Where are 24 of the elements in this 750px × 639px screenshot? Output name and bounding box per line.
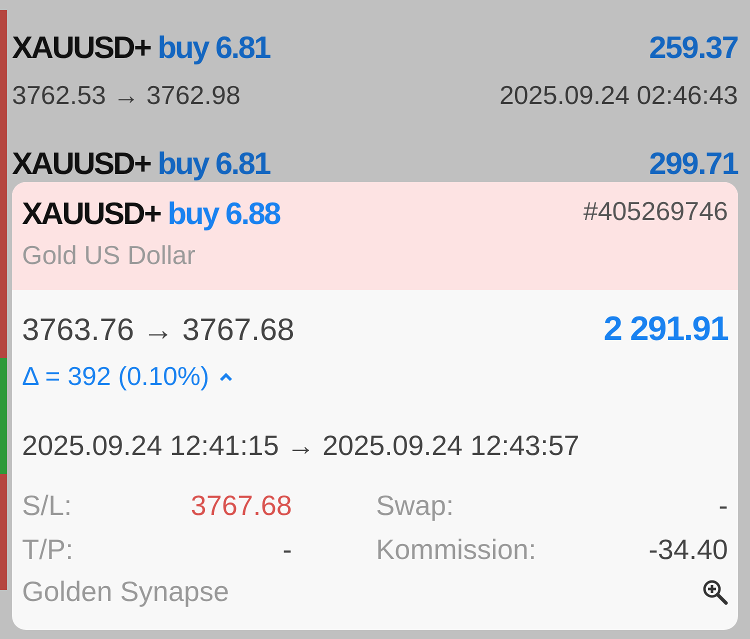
trade-profit: 259.37 [649,30,738,66]
trade-title: XAUUSD+ buy 6.81 [12,146,270,182]
trade-comment: Golden Synapse [22,576,230,608]
zoom-in-icon[interactable] [702,579,728,605]
chevron-icon [219,372,234,382]
trade-title: XAUUSD+ buy 6.81 [12,30,270,66]
field-value: -34.40 [648,534,728,566]
field-label: S/L: [22,490,73,522]
delta-toggle[interactable]: Δ = 392 (0.10%) [22,361,234,392]
field-label: Kommission: [376,534,538,566]
field-value: - [282,534,292,566]
trade-profit: 299.71 [649,146,738,182]
trade-profit: 2 291.91 [604,310,728,349]
field-value: 3767.68 [190,490,292,522]
field-label: Swap: [376,490,455,522]
trade-title: XAUUSD+ buy 6.88 [22,196,280,232]
trade-prices: 3762.53 → 3762.98 [12,80,240,111]
ticket-number: #405269746 [583,196,728,228]
trade-time: 2025.09.24 02:46:43 [499,80,738,111]
symbol-description: Gold US Dollar [22,240,196,271]
trade-prices: 3763.76 → 3767.68 [22,312,294,348]
field-value: - [718,490,728,522]
field-label: T/P: [22,534,74,566]
trade-times: 2025.09.24 12:41:15 → 2025.09.24 12:43:57 [22,430,580,462]
